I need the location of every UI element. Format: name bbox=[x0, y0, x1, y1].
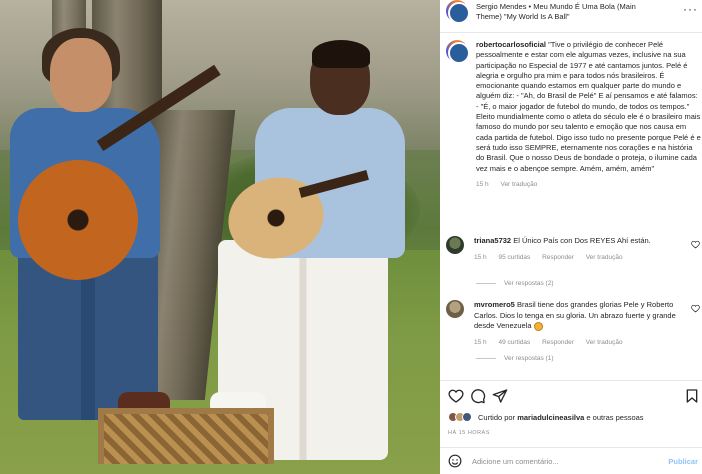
view-replies-label[interactable]: Ver respostas (1) bbox=[504, 355, 554, 362]
publish-button[interactable]: Publicar bbox=[668, 457, 698, 466]
view-replies[interactable]: Ver respostas (1) bbox=[476, 355, 554, 362]
caption-text: "Tive o privilégio de conhecer Pelé pess… bbox=[476, 40, 701, 173]
liked-by-prefix: Curtido por bbox=[478, 412, 516, 422]
avatar[interactable] bbox=[446, 40, 470, 64]
reply-link[interactable]: Responder bbox=[542, 254, 574, 261]
man-right-hair bbox=[312, 40, 370, 68]
post-date[interactable]: HÁ 15 HORAS bbox=[448, 430, 490, 436]
man-left-face bbox=[50, 38, 112, 112]
reply-link[interactable]: Responder bbox=[542, 339, 574, 346]
liked-by: Curtido por mariadulcineasilva e outras … bbox=[448, 412, 644, 422]
comment-meta: 15 h 49 curtidas Responder Ver tradução bbox=[474, 338, 684, 349]
avatar bbox=[462, 412, 472, 422]
comment: mvromero5 Brasil tiene dos grandes glori… bbox=[446, 300, 702, 348]
post-photo[interactable] bbox=[0, 0, 440, 474]
smiley-emoji-icon bbox=[533, 321, 543, 331]
liked-by-user[interactable]: mariadulcineasilva bbox=[517, 413, 584, 422]
divider bbox=[476, 358, 496, 359]
share-icon[interactable] bbox=[492, 388, 508, 404]
see-translation-link[interactable]: Ver tradução bbox=[586, 339, 623, 346]
heart-icon[interactable] bbox=[691, 240, 700, 249]
post-actions bbox=[448, 388, 698, 408]
heart-icon[interactable] bbox=[691, 304, 700, 313]
view-replies[interactable]: Ver respostas (2) bbox=[476, 280, 554, 287]
see-translation-link[interactable]: Ver tradução bbox=[500, 181, 537, 188]
comment-icon[interactable] bbox=[470, 388, 486, 404]
avatar[interactable] bbox=[446, 0, 470, 24]
caption-username[interactable]: robertocarlosoficial bbox=[476, 40, 546, 49]
liked-by-others[interactable]: e outras pessoas bbox=[586, 413, 643, 422]
post-header: Sergio Mendes • Meu Mundo É Uma Bola (Ma… bbox=[440, 0, 702, 30]
divider bbox=[440, 32, 702, 33]
smiley-icon[interactable] bbox=[448, 454, 462, 468]
comment-meta: 15 h 95 curtidas Responder Ver tradução bbox=[474, 253, 684, 264]
wicker-stool bbox=[98, 408, 274, 464]
caption-time[interactable]: 15 h bbox=[476, 181, 489, 188]
avatar[interactable] bbox=[446, 236, 464, 254]
comment-username[interactable]: triana5732 bbox=[474, 236, 511, 245]
divider bbox=[476, 283, 496, 284]
post-caption: robertocarlosoficial "Tive o privilégio … bbox=[446, 40, 702, 190]
post-side-panel: Sergio Mendes • Meu Mundo É Uma Bola (Ma… bbox=[440, 0, 702, 474]
divider bbox=[440, 380, 702, 381]
music-track[interactable]: Sergio Mendes • Meu Mundo É Uma Bola (Ma… bbox=[476, 2, 656, 22]
comment-input[interactable]: Adicione um comentário... bbox=[472, 457, 668, 466]
comment: triana5732 El Único País con Dos REYES A… bbox=[446, 236, 702, 263]
comment-time[interactable]: 15 h bbox=[474, 339, 487, 346]
comment-likes[interactable]: 95 curtidas bbox=[498, 254, 530, 261]
comment-time[interactable]: 15 h bbox=[474, 254, 487, 261]
caption-meta: 15 h Ver tradução bbox=[476, 180, 702, 190]
comment-username[interactable]: mvromero5 bbox=[474, 300, 515, 309]
comment-likes[interactable]: 49 curtidas bbox=[498, 339, 530, 346]
add-comment-bar: Adicione um comentário... Publicar bbox=[440, 448, 702, 474]
comment-text: El Único País con Dos REYES Ahí están. bbox=[513, 236, 651, 245]
more-options-icon[interactable]: ··· bbox=[683, 2, 698, 16]
heart-icon[interactable] bbox=[448, 388, 464, 404]
see-translation-link[interactable]: Ver tradução bbox=[586, 254, 623, 261]
view-replies-label[interactable]: Ver respostas (2) bbox=[504, 280, 554, 287]
bookmark-icon[interactable] bbox=[684, 388, 700, 404]
avatar[interactable] bbox=[446, 300, 464, 318]
